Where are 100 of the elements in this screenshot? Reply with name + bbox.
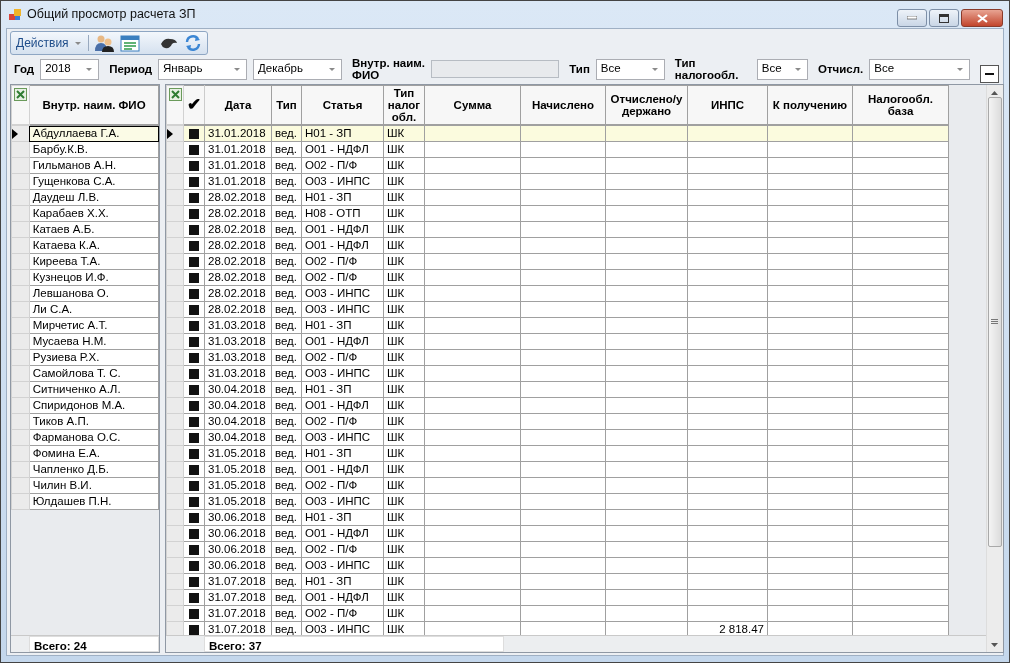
dropdown-field[interactable]: 2018	[40, 58, 100, 80]
checkbox[interactable]	[189, 304, 199, 315]
type-cell: вед.	[275, 607, 298, 619]
column-header[interactable]: Внутр. наим. ФИО	[29, 85, 159, 125]
type-cell: вед.	[275, 175, 298, 187]
checkbox[interactable]	[189, 512, 199, 523]
checkbox[interactable]	[189, 336, 199, 347]
article-cell: О01 - НДФЛ	[305, 239, 369, 251]
dropdown-field[interactable]: Все	[869, 58, 971, 80]
refresh-icon[interactable]	[184, 34, 202, 52]
checkbox[interactable]	[189, 176, 199, 187]
column-header[interactable]: Сумма	[424, 85, 521, 125]
app-icon	[9, 8, 21, 21]
scroll-down-icon[interactable]	[991, 643, 998, 647]
checkbox[interactable]	[189, 416, 199, 427]
scroll-up-icon[interactable]	[991, 91, 998, 95]
checkbox[interactable]	[189, 544, 199, 555]
checkbox[interactable]	[189, 368, 199, 379]
checkbox[interactable]	[189, 576, 199, 587]
checkbox[interactable]	[189, 128, 199, 139]
date-cell: 31.07.2018	[208, 591, 266, 603]
checkbox[interactable]	[189, 144, 199, 155]
type-cell: вед.	[275, 223, 298, 235]
article-cell: О03 - ИНПС	[305, 559, 371, 571]
checkbox[interactable]	[189, 496, 199, 507]
checkbox[interactable]	[189, 288, 199, 299]
type-cell: вед.	[275, 447, 298, 459]
checkbox[interactable]	[189, 384, 199, 395]
close-button[interactable]	[961, 9, 1003, 27]
date-cell: 30.04.2018	[208, 415, 266, 427]
type-cell: вед.	[275, 431, 298, 443]
checkbox[interactable]	[189, 352, 199, 363]
checkbox[interactable]	[189, 400, 199, 411]
checkbox[interactable]	[189, 256, 199, 267]
checkbox[interactable]	[189, 272, 199, 283]
filter-label: Тип налогообл.	[674, 56, 740, 82]
checkbox[interactable]	[189, 240, 199, 251]
article-cell: Н01 - ЗП	[305, 511, 352, 523]
collapse-button[interactable]	[980, 65, 999, 83]
column-header[interactable]: Дата	[204, 85, 272, 125]
tax-type-cell: ШК	[387, 527, 405, 539]
filter-label: Внутр. наим. ФИО	[352, 56, 426, 82]
maximize-icon	[939, 13, 949, 23]
dropdown-field[interactable]: Январь	[158, 58, 248, 80]
minus-icon	[985, 73, 995, 75]
tax-type-cell: ШК	[387, 319, 405, 331]
caret-icon	[956, 66, 965, 72]
tax-type-cell: ШК	[387, 383, 405, 395]
dropdown-field[interactable]: Все	[595, 58, 665, 80]
type-cell: вед.	[275, 303, 298, 315]
minimize-icon	[907, 16, 917, 20]
article-cell: Н01 - ЗП	[305, 319, 352, 331]
actions-menu-button[interactable]: Действия	[16, 34, 82, 52]
column-header[interactable]: К получению	[767, 85, 853, 125]
checkbox[interactable]	[189, 192, 199, 203]
column-header[interactable]: Статья	[301, 85, 384, 125]
column-header[interactable]: ✔	[183, 85, 205, 125]
checkbox[interactable]	[189, 560, 199, 571]
filter-label: Отчисл.	[818, 62, 864, 76]
people-icon[interactable]	[93, 34, 114, 52]
checkbox[interactable]	[189, 480, 199, 491]
spreadsheet-icon[interactable]	[169, 88, 182, 101]
spreadsheet-icon[interactable]	[14, 88, 27, 101]
tax-type-cell: ШК	[387, 447, 405, 459]
column-header[interactable]: Начислено	[520, 85, 606, 125]
column-header[interactable]: Налогообл. база	[852, 85, 949, 125]
article-cell: О02 - П/Ф	[305, 159, 358, 171]
scroll-thumb[interactable]	[987, 97, 1002, 547]
employee-name-cell[interactable]: Абдуллаева Г.А.	[29, 125, 159, 142]
dropdown-field[interactable]: Все	[756, 58, 808, 80]
date-cell: 31.01.2018	[208, 143, 266, 155]
checkbox[interactable]	[189, 432, 199, 443]
article-cell: О02 - П/Ф	[305, 479, 358, 491]
column-header[interactable]: Тип налог обл.	[383, 85, 425, 125]
checkbox[interactable]	[189, 592, 199, 603]
type-cell: вед.	[275, 543, 298, 555]
column-header[interactable]: Тип	[271, 85, 302, 125]
date-cell: 31.01.2018	[208, 175, 266, 187]
checkbox[interactable]	[189, 224, 199, 235]
date-cell: 28.02.2018	[208, 287, 266, 299]
checkbox[interactable]	[189, 208, 199, 219]
checkbox[interactable]	[189, 528, 199, 539]
date-cell: 30.04.2018	[208, 383, 266, 395]
tax-type-cell: ШК	[387, 623, 405, 635]
checkbox[interactable]	[189, 160, 199, 171]
tax-type-cell: ШК	[387, 191, 405, 203]
article-cell: О03 - ИНПС	[305, 623, 371, 635]
maximize-button[interactable]	[929, 9, 959, 27]
column-header[interactable]: ИНПС	[687, 85, 768, 125]
column-header[interactable]: Отчислено/удержано	[605, 85, 688, 125]
checkbox[interactable]	[189, 320, 199, 331]
checkbox[interactable]	[189, 608, 199, 619]
date-cell: 31.07.2018	[208, 623, 266, 635]
article-cell: О01 - НДФЛ	[305, 143, 369, 155]
type-cell: вед.	[275, 255, 298, 267]
checkbox[interactable]	[189, 624, 199, 635]
date-cell: 31.05.2018	[208, 447, 266, 459]
checkbox[interactable]	[189, 448, 199, 459]
checkbox[interactable]	[189, 464, 199, 475]
dropdown-field[interactable]: Декабрь	[253, 58, 343, 80]
